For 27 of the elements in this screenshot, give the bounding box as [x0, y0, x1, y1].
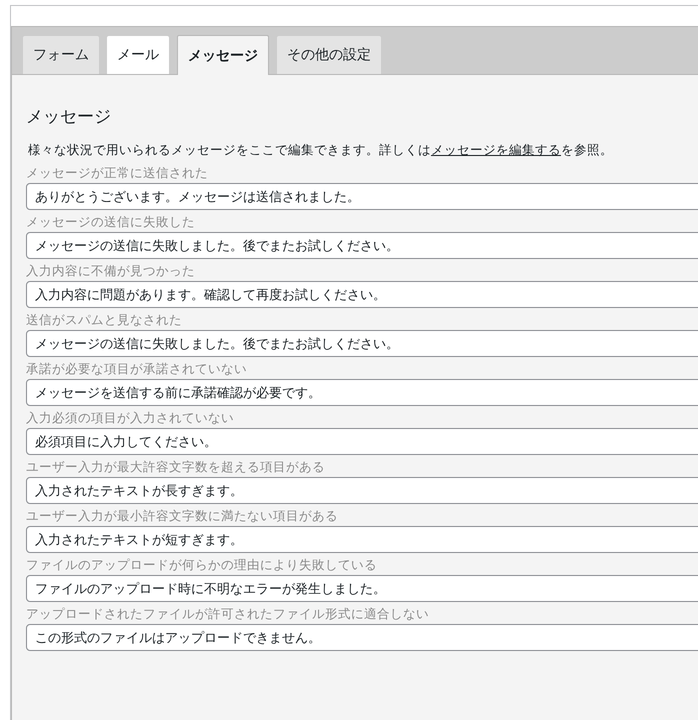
message-input[interactable]: 入力内容に問題があります。確認して再度お試しください。 [26, 281, 698, 308]
field-label: ユーザー入力が最小許容文字数に満たない項目がある [26, 508, 339, 524]
message-input[interactable]: ファイルのアップロード時に不明なエラーが発生しました。 [26, 575, 698, 602]
tab[interactable]: メール [107, 36, 169, 74]
field-label: メッセージが正常に送信された [26, 165, 209, 181]
field-label: 入力必須の項目が入力されていない [26, 410, 235, 426]
field-label: ファイルのアップロードが何らかの理由により失敗している [26, 557, 378, 573]
field-label: 送信がスパムと見なされた [26, 312, 183, 328]
section-heading: メッセージ [26, 106, 112, 128]
field-label: ユーザー入力が最大許容文字数を超える項目がある [26, 459, 326, 475]
description-text: 様々な状況で用いられるメッセージをここで編集できます。詳しくはメッセージを編集する を参照。 [28, 142, 614, 159]
message-input[interactable]: ありがとうございます。メッセージは送信されました。 [26, 183, 698, 210]
message-input[interactable]: この形式のファイルはアップロードできません。 [26, 624, 698, 651]
tab[interactable]: フォーム [23, 36, 99, 74]
field-label: アップロードされたファイルが許可されたファイル形式に適合しない [26, 606, 430, 622]
tab[interactable]: メッセージ [177, 35, 269, 75]
edit-messages-link[interactable]: メッセージを編集する [431, 142, 561, 157]
field-label: メッセージの送信に失敗した [26, 214, 196, 230]
message-input[interactable]: 入力されたテキストが短すぎます。 [26, 526, 698, 553]
message-input[interactable]: 入力されたテキストが長すぎます。 [26, 477, 698, 504]
message-input[interactable]: 必須項目に入力してください。 [26, 428, 698, 455]
tab[interactable]: その他の設定 [277, 36, 381, 74]
message-input[interactable]: メッセージの送信に失敗しました。後でまたお試しください。 [26, 330, 698, 357]
message-input[interactable]: メッセージの送信に失敗しました。後でまたお試しください。 [26, 232, 698, 259]
message-input[interactable]: メッセージを送信する前に承諾確認が必要です。 [26, 379, 698, 406]
field-label: 承諾が必要な項目が承諾されていない [26, 361, 248, 377]
field-label: 入力内容に不備が見つかった [26, 263, 196, 279]
